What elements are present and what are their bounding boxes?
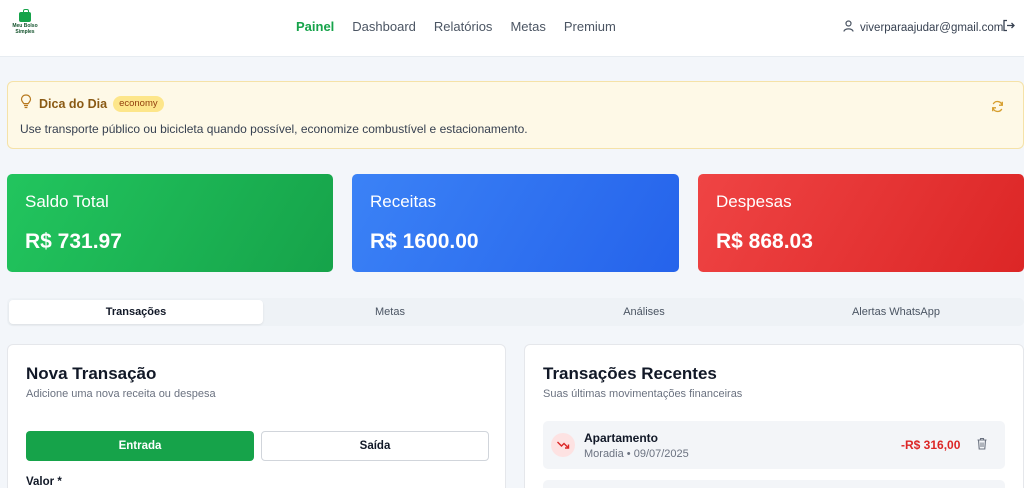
tip-of-the-day-card: Dica do Dia economy Use transporte públi… (7, 81, 1024, 149)
logo-text-line2: Simples (15, 29, 35, 35)
wallet-icon (19, 9, 31, 22)
top-header: Meu Bolso Simples Painel Dashboard Relat… (0, 0, 1024, 57)
new-transaction-subtitle: Adicione uma nova receita ou despesa (26, 388, 216, 400)
transaction-amount: -R$ 316,00 (901, 438, 961, 452)
entrada-button[interactable]: Entrada (26, 431, 254, 461)
tab-analises[interactable]: Análises (517, 300, 771, 324)
despesas-value: R$ 868.03 (716, 230, 813, 253)
tip-header: Dica do Dia economy (20, 94, 164, 114)
nav-item-premium[interactable]: Premium (564, 19, 616, 35)
saldo-total-value: R$ 731.97 (25, 230, 122, 253)
user-email: viverparaajudar@gmail.com (860, 22, 1004, 34)
despesas-card: Despesas R$ 868.03 (698, 174, 1024, 272)
tip-title: Dica do Dia (39, 97, 108, 111)
trash-icon[interactable] (976, 437, 988, 455)
recent-transactions-title: Transações Recentes (543, 364, 717, 383)
receitas-value: R$ 1600.00 (370, 230, 479, 253)
user-menu[interactable]: viverparaajudar@gmail.com (843, 19, 1003, 37)
transaction-name: Apartamento (584, 431, 659, 445)
valor-label: Valor * (26, 476, 62, 488)
nav-item-metas[interactable]: Metas (510, 19, 545, 35)
tip-category-badge: economy (113, 96, 164, 112)
receitas-card: Receitas R$ 1600.00 (352, 174, 679, 272)
receitas-title: Receitas (370, 192, 437, 211)
app-logo[interactable]: Meu Bolso Simples (10, 9, 40, 42)
lightbulb-icon (20, 94, 32, 114)
tip-text: Use transporte público ou bicicleta quan… (20, 122, 528, 136)
main-nav: Painel Dashboard Relatórios Metas Premiu… (296, 19, 634, 35)
nav-item-dashboard[interactable]: Dashboard (352, 19, 416, 35)
saldo-total-card: Saldo Total R$ 731.97 (7, 174, 333, 272)
meta-separator: • (623, 448, 634, 460)
refresh-icon[interactable] (991, 100, 1004, 118)
transaction-category: Moradia (584, 448, 624, 460)
new-transaction-title: Nova Transação (26, 364, 157, 383)
transaction-meta: Moradia • 09/07/2025 (584, 448, 689, 460)
transaction-list-item[interactable]: Apartamento Moradia • 09/07/2025 -R$ 316… (543, 421, 1005, 469)
user-icon (843, 19, 854, 37)
nav-item-painel[interactable]: Painel (296, 19, 334, 35)
transaction-list-item[interactable] (543, 480, 1005, 488)
logout-icon[interactable] (1002, 19, 1015, 37)
new-transaction-panel: Nova Transação Adicione uma nova receita… (7, 344, 506, 488)
tab-transacoes[interactable]: Transações (9, 300, 263, 324)
saida-button[interactable]: Saída (261, 431, 489, 461)
despesas-title: Despesas (716, 192, 792, 211)
trending-down-icon (551, 433, 575, 457)
transaction-date: 09/07/2025 (633, 448, 689, 460)
recent-transactions-subtitle: Suas últimas movimentações financeiras (543, 388, 743, 400)
nav-item-relatorios[interactable]: Relatórios (434, 19, 493, 35)
recent-transactions-panel: Transações Recentes Suas últimas movimen… (524, 344, 1024, 488)
tab-alertas-whatsapp[interactable]: Alertas WhatsApp (769, 300, 1023, 324)
saldo-total-title: Saldo Total (25, 192, 109, 211)
section-tabs: Transações Metas Análises Alertas WhatsA… (7, 298, 1024, 326)
tab-metas[interactable]: Metas (263, 300, 517, 324)
